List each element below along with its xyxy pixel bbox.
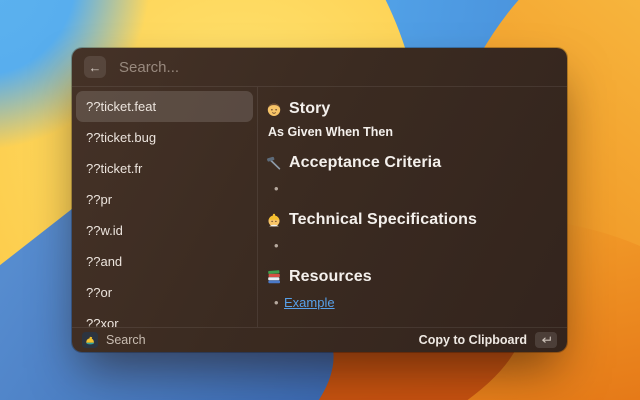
list-bullet	[284, 238, 553, 254]
left-arrow-icon: ←	[89, 61, 102, 74]
resources-list: Example	[266, 295, 553, 311]
list-item[interactable]: ??pr	[76, 184, 253, 215]
list-item[interactable]: ??ticket.fr	[76, 153, 253, 184]
footer-command-label: Search	[106, 333, 146, 347]
section-title: Resources	[289, 268, 372, 286]
acceptance-criteria-list	[266, 181, 553, 197]
search-input[interactable]	[117, 58, 555, 77]
list-item[interactable]: ??w.id	[76, 215, 253, 246]
list-bullet: Example	[284, 295, 553, 311]
section-heading-acceptance-criteria: Acceptance Criteria	[266, 154, 553, 172]
copy-to-clipboard-action[interactable]: Copy to Clipboard	[419, 333, 527, 347]
return-key-icon	[540, 336, 552, 345]
snippet-preview: Story As Given When Then Acceptance Crit…	[258, 87, 567, 327]
construction-worker-emoji-icon	[266, 212, 282, 228]
main-content: ??ticket.feat ??ticket.bug ??ticket.fr ?…	[72, 87, 567, 327]
list-bullet	[284, 181, 553, 197]
search-bar: ←	[72, 48, 567, 86]
return-keycap[interactable]	[535, 332, 557, 348]
section-title: Technical Specifications	[289, 211, 477, 229]
list-item[interactable]: ??ticket.bug	[76, 122, 253, 153]
launcher-window: ← ??ticket.feat ??ticket.bug ??ticket.fr…	[72, 48, 567, 352]
list-item[interactable]: ??or	[76, 277, 253, 308]
hammer-emoji-icon	[266, 155, 282, 171]
example-link[interactable]: Example	[284, 295, 335, 310]
section-title: Story	[289, 100, 330, 118]
list-item[interactable]: ??xor	[76, 308, 253, 327]
section-heading-story: Story	[266, 100, 553, 118]
section-title: Acceptance Criteria	[289, 154, 441, 172]
section-heading-technical-specifications: Technical Specifications	[266, 211, 553, 229]
books-emoji-icon	[266, 269, 282, 285]
story-body: As Given When Then	[266, 125, 553, 140]
list-item[interactable]: ??ticket.feat	[76, 91, 253, 122]
back-button[interactable]: ←	[84, 56, 106, 78]
list-item[interactable]: ??and	[76, 246, 253, 277]
status-bar: Search Copy to Clipboard	[72, 327, 567, 352]
technical-specifications-list	[266, 238, 553, 254]
snippet-list: ??ticket.feat ??ticket.bug ??ticket.fr ?…	[72, 87, 257, 327]
man-emoji-icon	[266, 101, 282, 117]
section-heading-resources: Resources	[266, 268, 553, 286]
extension-app-icon	[82, 332, 98, 348]
